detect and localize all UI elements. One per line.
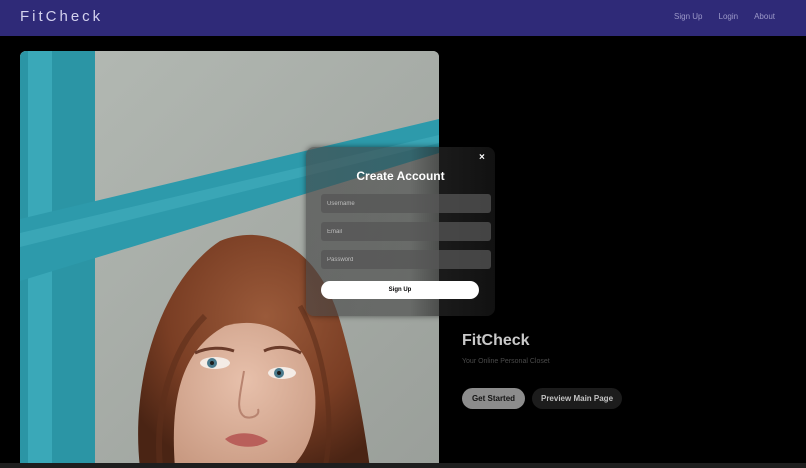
get-started-button[interactable]: Get Started [462, 388, 525, 409]
hero-buttons: Get Started Preview Main Page [462, 388, 622, 409]
navbar: FitCheck Sign Up Login About [0, 0, 806, 36]
modal-title: Create Account [356, 169, 445, 183]
email-input[interactable] [321, 222, 491, 241]
sign-up-submit-button[interactable]: Sign Up [321, 281, 479, 299]
hero-text: FitCheck Your Online Personal Closet [462, 332, 550, 365]
password-input[interactable] [321, 250, 491, 269]
nav-link-sign-up[interactable]: Sign Up [674, 12, 702, 21]
logo[interactable]: FitCheck [20, 8, 103, 25]
close-icon[interactable]: × [479, 152, 485, 163]
hero-subtitle: Your Online Personal Closet [462, 358, 550, 365]
nav-link-login[interactable]: Login [719, 12, 739, 21]
username-input[interactable] [321, 194, 491, 213]
nav-link-about[interactable]: About [754, 12, 775, 21]
preview-main-page-button[interactable]: Preview Main Page [532, 388, 622, 409]
nav-links: Sign Up Login About [674, 12, 775, 21]
bottom-scrollbar [0, 463, 806, 468]
create-account-modal: × Create Account Sign Up [306, 147, 495, 316]
hero-title: FitCheck [462, 332, 530, 349]
